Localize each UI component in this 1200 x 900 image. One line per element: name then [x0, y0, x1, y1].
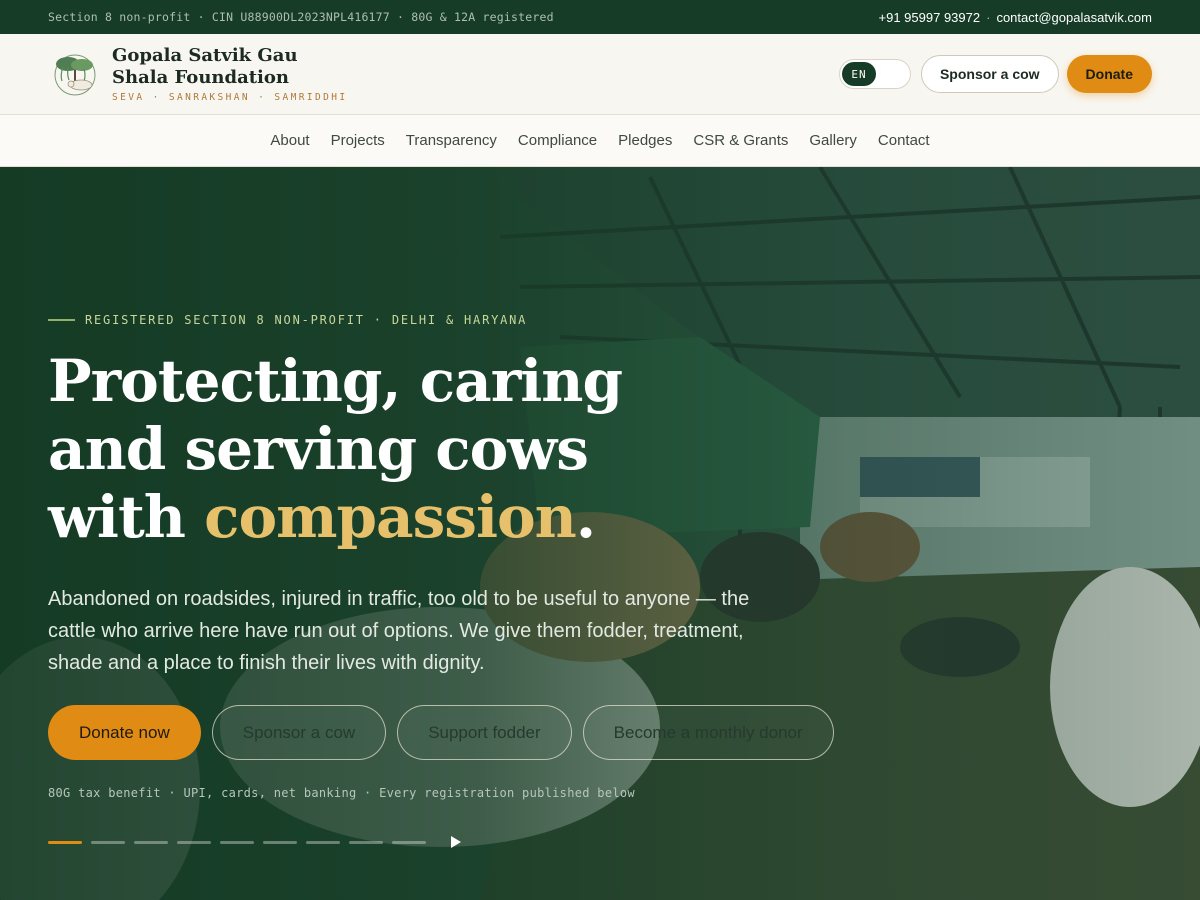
donate-now-button[interactable]: Donate now	[48, 705, 201, 760]
slide-indicator[interactable]	[306, 840, 340, 844]
brand-name: Gopala Satvik Gau Shala Foundation	[112, 45, 298, 88]
hero-eyebrow: REGISTERED SECTION 8 NON-PROFIT · DELHI …	[48, 313, 527, 327]
contact-separator: ·	[986, 9, 991, 25]
nav-csr-grants[interactable]: CSR & Grants	[693, 132, 788, 149]
headline-end: .	[575, 483, 596, 551]
headline-line-1: Protecting, caring	[48, 347, 623, 415]
slide-indicator[interactable]	[349, 840, 383, 844]
cow-under-tree-logo-icon[interactable]	[48, 51, 102, 97]
nav-compliance[interactable]: Compliance	[518, 132, 597, 149]
eyebrow-line	[48, 319, 75, 321]
nav-pledges[interactable]: Pledges	[618, 132, 672, 149]
registration-info: Section 8 non-profit · CIN U88900DL2023N…	[48, 10, 554, 24]
hero-lead: Abandoned on roadsides, injured in traff…	[48, 588, 750, 674]
slide-indicator[interactable]	[134, 840, 168, 844]
hero-slider-controls	[48, 835, 463, 849]
nav-contact[interactable]: Contact	[878, 132, 930, 149]
nav-gallery[interactable]: Gallery	[809, 132, 857, 149]
phone-link[interactable]: +91 95997 93972	[879, 10, 981, 25]
sponsor-cow-cta-button[interactable]: Sponsor a cow	[211, 705, 387, 760]
hero-headline: Protecting, caring and serving cows with…	[48, 347, 668, 551]
donate-button[interactable]: Donate	[1066, 55, 1152, 93]
slide-indicator[interactable]	[220, 840, 254, 844]
nav-transparency[interactable]: Transparency	[406, 132, 497, 149]
nav-about[interactable]: About	[270, 132, 309, 149]
headline-line-3-prefix: with	[48, 483, 205, 551]
hero-fineprint: 80G tax benefit · UPI, cards, net bankin…	[48, 786, 635, 800]
language-en: EN	[841, 62, 876, 86]
monthly-donor-button[interactable]: Become a monthly donor	[582, 705, 834, 760]
headline-accent: compassion	[204, 483, 577, 551]
top-bar: Section 8 non-profit · CIN U88900DL2023N…	[0, 0, 1200, 34]
brand-tagline: SEVA · SANRAKSHAN · SAMRIDDHI	[112, 92, 348, 103]
sponsor-cow-button[interactable]: Sponsor a cow	[920, 55, 1059, 93]
hero-section: REGISTERED SECTION 8 NON-PROFIT · DELHI …	[0, 167, 1200, 900]
header-actions: EN Sponsor a cow Donate	[838, 55, 1152, 93]
slide-indicator[interactable]	[263, 840, 297, 844]
language-toggle[interactable]: EN	[838, 59, 911, 89]
hero-cta-row: Donate now Sponsor a cow Support fodder …	[48, 705, 834, 760]
contact-info: +91 95997 93972 · contact@gopalasatvik.c…	[879, 10, 1152, 25]
play-icon[interactable]	[449, 835, 463, 849]
eyebrow-text: REGISTERED SECTION 8 NON-PROFIT · DELHI …	[85, 313, 528, 327]
brand[interactable]: Gopala Satvik Gau Shala Foundation SEVA …	[112, 45, 352, 103]
nav-projects[interactable]: Projects	[331, 132, 385, 149]
slide-indicator[interactable]	[48, 840, 82, 844]
slide-indicator[interactable]	[91, 840, 125, 844]
support-fodder-button[interactable]: Support fodder	[397, 705, 572, 760]
slide-indicator[interactable]	[392, 840, 426, 844]
slide-indicator[interactable]	[177, 840, 211, 844]
headline-line-2: and serving cows	[48, 415, 589, 483]
site-header: Gopala Satvik Gau Shala Foundation SEVA …	[0, 34, 1200, 115]
main-nav: About Projects Transparency Compliance P…	[0, 115, 1200, 167]
email-link[interactable]: contact@gopalasatvik.com	[996, 10, 1152, 25]
